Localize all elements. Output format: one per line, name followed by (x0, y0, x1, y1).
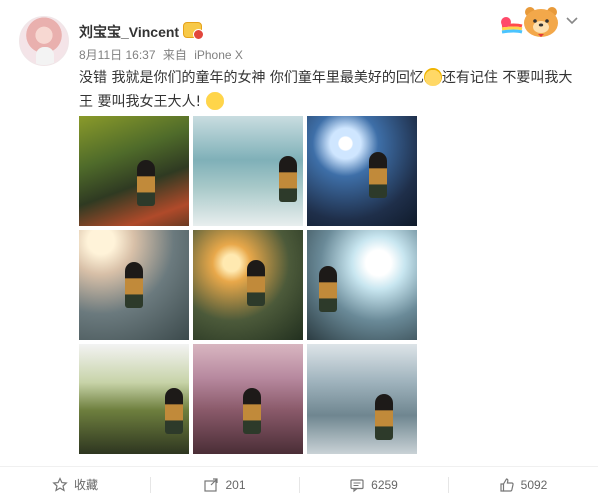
action-bar: 收藏 201 6259 5092 (0, 467, 598, 502)
favorite-button[interactable]: 收藏 (0, 467, 150, 502)
cat-emoji-icon (423, 68, 442, 86)
comment-count: 6259 (371, 477, 398, 492)
repost-count: 201 (225, 477, 246, 492)
star-icon (52, 476, 68, 492)
thumbs-up-icon (500, 477, 514, 492)
comment-button[interactable]: 6259 (299, 467, 448, 502)
post-meta: 8月11日 16:37 来自 iPhone X (79, 46, 247, 63)
photo-thumbnail[interactable] (307, 116, 417, 226)
favorite-label: 收藏 (73, 478, 98, 492)
smile-emoji-icon (205, 92, 224, 110)
like-count: 5092 (520, 477, 548, 492)
comment-icon (350, 478, 364, 492)
avatar[interactable] (19, 16, 69, 66)
photo-grid (79, 116, 418, 454)
photo-thumbnail[interactable] (307, 344, 417, 454)
repost-icon (204, 477, 219, 492)
chevron-down-icon-svg (566, 17, 578, 25)
vip-badge-icon[interactable] (183, 22, 204, 40)
post-date[interactable]: 8月11日 16:37 (79, 48, 156, 62)
source-prefix: 来自 (162, 48, 187, 62)
photo-thumbnail[interactable] (79, 116, 189, 226)
like-button[interactable]: 5092 (448, 467, 598, 502)
photo-thumbnail[interactable] (193, 344, 303, 454)
photo-thumbnail[interactable] (307, 230, 417, 340)
post-text-part1: 没错 我就是你们的童年的女神 你们童年里最美好的回忆 (79, 70, 424, 86)
photo-thumbnail[interactable] (79, 230, 189, 340)
weibo-post-card: 刘宝宝_Vincent 8月11日 16:37 来自 iPhone X 没错 我… (0, 0, 598, 502)
chevron-down-icon[interactable] (565, 14, 579, 28)
photo-thumbnail[interactable] (193, 230, 303, 340)
post-source[interactable]: iPhone X (194, 48, 243, 62)
username[interactable]: 刘宝宝_Vincent (79, 22, 179, 42)
photo-thumbnail[interactable] (79, 344, 189, 454)
bear-sticker-icon (501, 7, 558, 37)
photo-thumbnail[interactable] (193, 116, 303, 226)
post-text: 没错 我就是你们的童年的女神 你们童年里最美好的回忆 还有记住 不要叫我大王 要叫… (79, 66, 579, 114)
repost-button[interactable]: 201 (150, 467, 299, 502)
